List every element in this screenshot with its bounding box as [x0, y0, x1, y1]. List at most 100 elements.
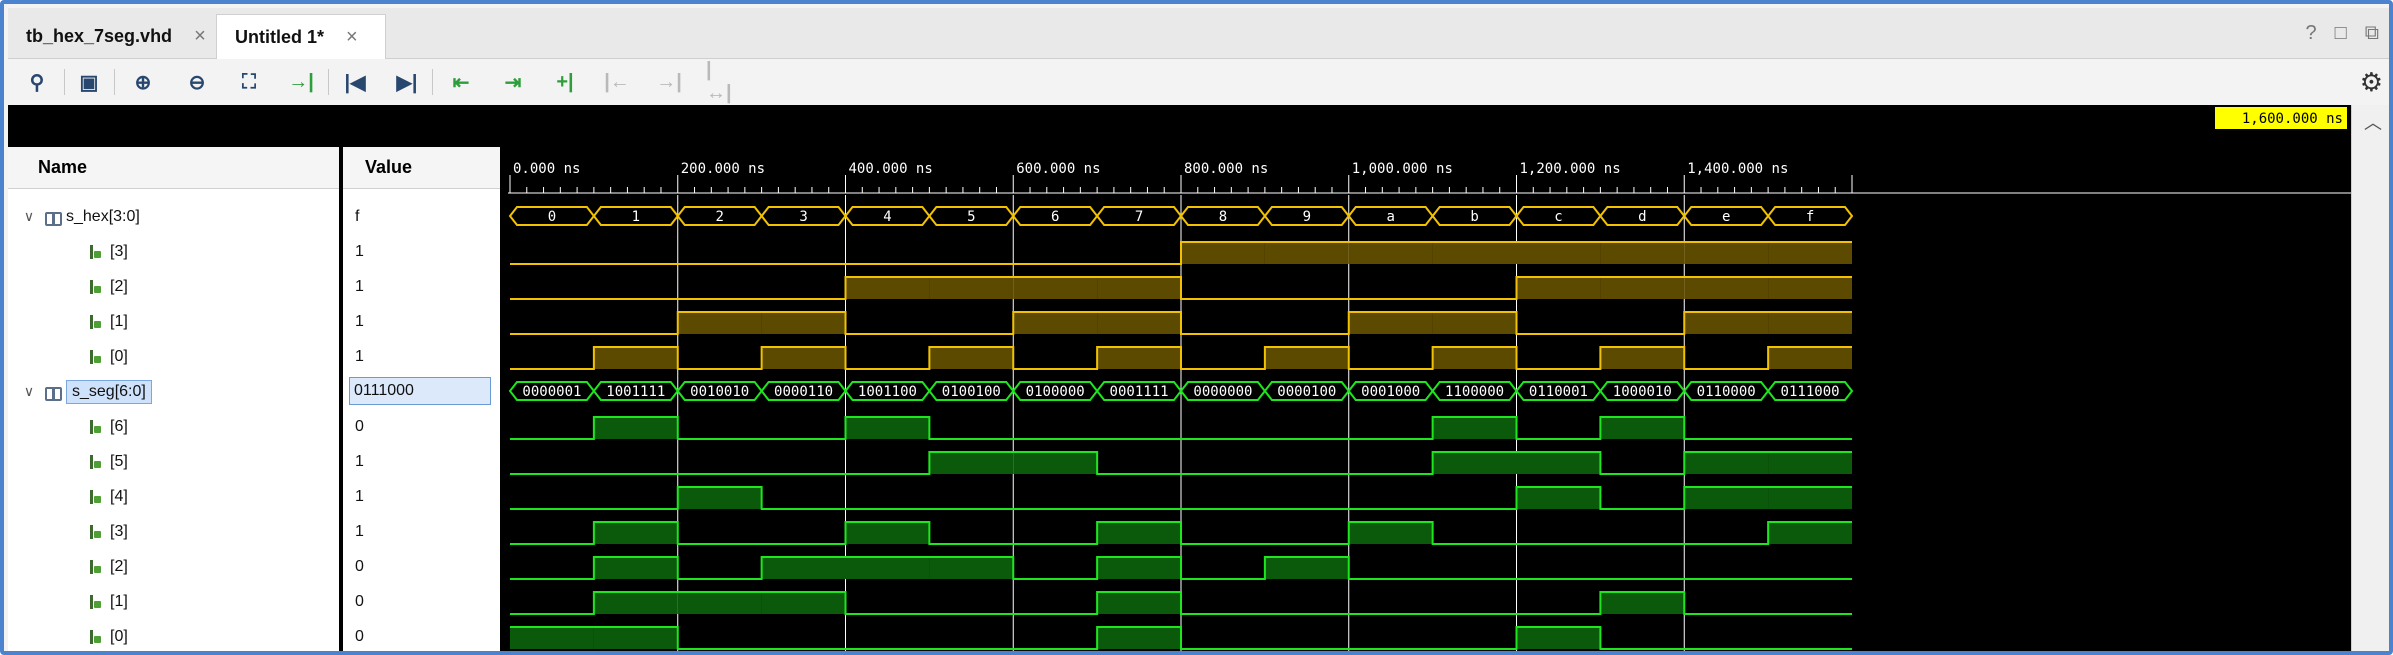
- scroll-up-icon[interactable]: ︿: [2364, 109, 2382, 135]
- signal-name: [0]: [110, 347, 128, 365]
- bit-signal-icon: [86, 348, 104, 366]
- value-text: 1: [355, 452, 364, 470]
- go-to-cursor-icon[interactable]: →|: [286, 67, 316, 97]
- signal-value: 0: [343, 409, 500, 444]
- time-label: 400.000 ns: [849, 161, 933, 177]
- bit-high-fill: [1516, 452, 1601, 474]
- bit-high-fill: [1600, 417, 1685, 439]
- bit-high-fill: [1264, 242, 1349, 264]
- signal-row-bus[interactable]: ∨ s_hex[3:0]: [8, 199, 351, 234]
- bit-high-fill: [929, 452, 1014, 474]
- settings-icon[interactable]: ⚙: [2360, 67, 2383, 98]
- value-text: 0: [355, 417, 364, 435]
- chevron-down-icon[interactable]: ∨: [20, 383, 38, 400]
- bit-high-fill: [845, 277, 930, 299]
- window-controls: ? □ ⧉: [2306, 22, 2380, 45]
- go-to-time-zero-icon[interactable]: |◀: [340, 67, 370, 97]
- bit-high-fill: [1432, 347, 1517, 369]
- help-icon[interactable]: ?: [2306, 22, 2317, 45]
- bit-signal-icon: [86, 313, 104, 331]
- zoom-out-icon[interactable]: ⊖: [182, 67, 212, 97]
- bit-signal-icon: [86, 418, 104, 436]
- bit-signal-icon: [86, 453, 104, 471]
- seg-bus-value-label: 0000001: [522, 384, 581, 400]
- signal-value: 1: [343, 444, 500, 479]
- bit-high-fill: [1181, 242, 1265, 264]
- bit-high-fill: [593, 347, 678, 369]
- next-transition-icon[interactable]: ⇥: [498, 67, 528, 97]
- signal-name: [5]: [110, 452, 128, 470]
- bit-high-fill: [1516, 487, 1601, 509]
- bit-high-fill: [761, 592, 846, 614]
- hex-bus-value-label: 6: [1051, 209, 1059, 225]
- bit-high-fill: [1348, 522, 1433, 544]
- tab-untitled-1[interactable]: Untitled 1* ×: [216, 14, 386, 59]
- time-label: 1,000.000 ns: [1352, 161, 1453, 177]
- zoom-fit-icon[interactable]: ⛶: [234, 67, 264, 97]
- tab-label: tb_hex_7seg.vhd: [26, 25, 173, 46]
- add-marker-icon[interactable]: +|: [550, 67, 580, 97]
- bit-high-fill: [593, 522, 678, 544]
- waveform-area[interactable]: 1,600.000 ns 0.000 ns 200.000 ns 400.000 ns…: [508, 105, 2351, 651]
- seg-bus-value-label: 0100100: [942, 384, 1001, 400]
- bit-high-fill: [929, 347, 1014, 369]
- cursor-time-label: 1,600.000 ns: [2242, 111, 2343, 127]
- signal-value: 0111000: [343, 374, 500, 409]
- seg-bus-value-label: 0000000: [1193, 384, 1252, 400]
- bit-waveform: [510, 556, 1852, 580]
- seg-bus-value-label: 1001100: [858, 384, 917, 400]
- bit-high-fill: [1768, 452, 1852, 474]
- hex-bus-value-label: 2: [715, 209, 723, 225]
- maximize-icon[interactable]: □: [2335, 22, 2347, 45]
- signal-row-bus[interactable]: ∨ s_seg[6:0]: [8, 374, 351, 409]
- swap-cursors-icon[interactable]: |↔|: [706, 59, 736, 104]
- previous-marker-icon[interactable]: |←: [602, 67, 632, 97]
- save-icon[interactable]: ▣: [74, 67, 104, 97]
- go-to-last-time-icon[interactable]: ▶|: [392, 67, 422, 97]
- bit-high-fill: [1348, 242, 1433, 264]
- next-marker-icon[interactable]: →|: [654, 67, 684, 97]
- bit-high-fill: [1097, 627, 1181, 649]
- chevron-down-icon[interactable]: ∨: [20, 208, 38, 225]
- bit-high-fill: [1684, 312, 1769, 334]
- vertical-scrollbar[interactable]: ︿: [2351, 105, 2389, 651]
- value-text: 1: [355, 242, 364, 260]
- bit-high-fill: [1097, 522, 1181, 544]
- seg-bus-value-label: 1001111: [606, 384, 665, 400]
- hex-bus-value-label: f: [1806, 209, 1814, 225]
- toolbar: ⚲ ▣ ⊕ ⊖ ⛶ →| |◀ ▶| ⇤ ⇥ +| |← →| |↔| ⚙: [8, 59, 2389, 106]
- signal-value: 0: [343, 619, 500, 651]
- panel-divider[interactable]: [500, 105, 508, 651]
- bit-signal-icon: [86, 628, 104, 646]
- search-icon[interactable]: ⚲: [22, 67, 52, 97]
- bit-high-fill: [510, 627, 594, 649]
- bit-high-fill: [1684, 277, 1769, 299]
- tab-tb-hex-7seg[interactable]: tb_hex_7seg.vhd ×: [8, 14, 216, 58]
- close-icon[interactable]: ×: [346, 26, 358, 49]
- zoom-in-icon[interactable]: ⊕: [128, 67, 158, 97]
- close-icon[interactable]: ×: [194, 25, 206, 48]
- time-label: 200.000 ns: [681, 161, 765, 177]
- bit-waveform: [510, 626, 1852, 650]
- signal-name: [6]: [110, 417, 128, 435]
- previous-transition-icon[interactable]: ⇤: [446, 67, 476, 97]
- float-icon[interactable]: ⧉: [2365, 22, 2379, 45]
- bit-high-fill: [1097, 277, 1181, 299]
- bit-high-fill: [761, 347, 846, 369]
- bit-signal-icon: [86, 243, 104, 261]
- value-text: 0: [355, 627, 364, 645]
- bit-high-fill: [1768, 242, 1852, 264]
- bit-high-fill: [1600, 592, 1685, 614]
- bit-high-fill: [1432, 312, 1517, 334]
- seg-bus-value-label: 0001000: [1361, 384, 1420, 400]
- signal-name: [2]: [110, 557, 128, 575]
- seg-bus-value-label: 1100000: [1445, 384, 1504, 400]
- bus-icon: [44, 385, 62, 401]
- bit-high-fill: [1684, 487, 1769, 509]
- hex-bus-value-label: 7: [1135, 209, 1143, 225]
- seg-bus-value-label: 0001111: [1110, 384, 1169, 400]
- bit-high-fill: [1013, 277, 1098, 299]
- signal-name: [3]: [110, 242, 128, 260]
- name-header: Name: [8, 147, 339, 189]
- signal-name: [3]: [110, 522, 128, 540]
